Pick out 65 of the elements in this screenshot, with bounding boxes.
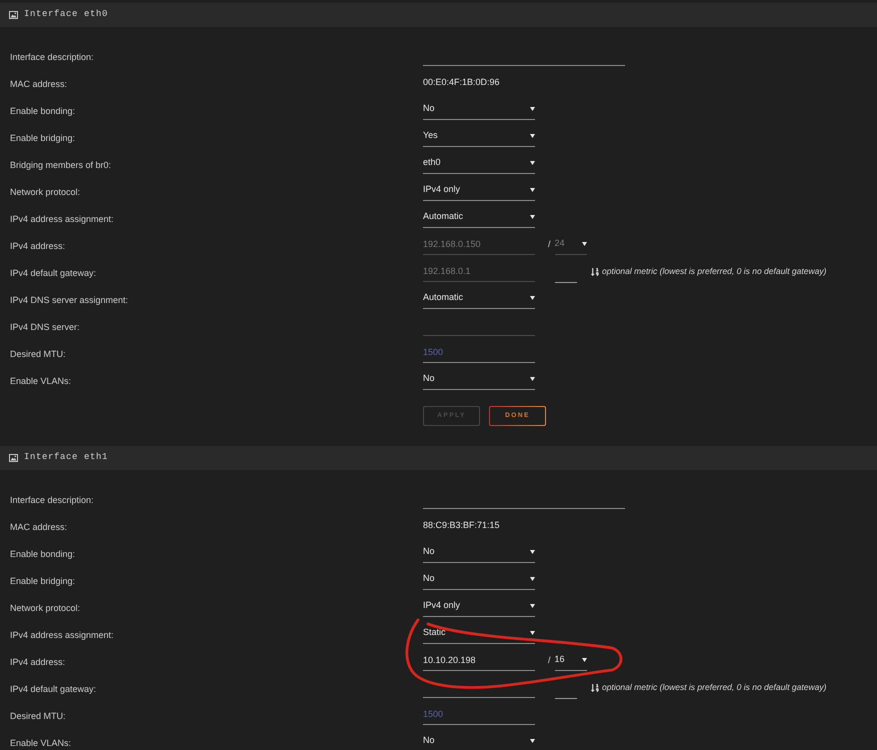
field-label: Enable bonding: <box>10 548 76 558</box>
field-label: IPv4 address: <box>10 240 66 250</box>
mac-address-value: 00:E0:4F:1B:0D:96 <box>423 76 500 89</box>
select-field[interactable]: Yes <box>423 126 535 146</box>
field-label: IPv4 default gateway: <box>10 268 96 278</box>
caret-icon <box>530 215 535 219</box>
select-field[interactable]: IPv4 only <box>423 180 535 200</box>
select-field[interactable]: 16 <box>554 650 587 670</box>
caret-icon <box>530 161 535 165</box>
caret-icon <box>530 550 535 554</box>
panel-title: Interface eth1 <box>24 451 108 464</box>
select-field[interactable]: No <box>423 370 535 390</box>
caret-icon <box>530 604 535 608</box>
field-label: IPv4 address assignment: <box>10 630 114 640</box>
field-label: IPv4 address assignment: <box>10 214 114 224</box>
image-icon <box>9 11 18 19</box>
input-field[interactable]: 1500 <box>423 704 535 724</box>
select-field[interactable]: No <box>423 570 535 590</box>
field-label: Desired MTU: <box>10 710 66 720</box>
select-field[interactable]: No <box>423 542 535 562</box>
caret-icon <box>530 631 535 635</box>
select-field[interactable]: No <box>423 732 535 750</box>
field-label: Bridging members of br0: <box>10 160 112 170</box>
panel-title: Interface eth0 <box>24 8 108 22</box>
select-field[interactable]: Automatic <box>423 288 535 308</box>
prefix-separator: / <box>548 654 551 667</box>
prefix-separator: / <box>548 238 551 251</box>
sort-numeric-icon <box>591 682 599 692</box>
field-label: Desired MTU: <box>10 348 66 358</box>
input-field[interactable]: 10.10.20.198 <box>423 650 535 670</box>
select-field[interactable]: IPv4 only <box>423 596 535 616</box>
caret-icon <box>530 296 535 300</box>
field-label: IPv4 address: <box>10 656 66 666</box>
caret-icon <box>530 188 535 192</box>
caret-icon <box>582 658 587 662</box>
field-label: Enable bridging: <box>10 132 76 142</box>
field-label: IPv4 default gateway: <box>10 684 96 694</box>
caret-icon <box>530 107 535 111</box>
field-label: Network protocol: <box>10 602 80 612</box>
field-label: Enable bridging: <box>10 576 76 586</box>
caret-icon <box>582 242 587 246</box>
caret-icon <box>530 577 535 581</box>
caret-icon <box>530 377 535 381</box>
caret-icon <box>530 739 535 743</box>
select-field[interactable]: No <box>423 100 535 120</box>
field-label: Interface description: <box>10 494 94 504</box>
mac-address-value: 88:C9:B3:BF:71:15 <box>423 518 500 532</box>
field-label: Enable VLANs: <box>10 738 72 748</box>
select-field[interactable]: Static <box>423 624 535 644</box>
field-label: MAC address: <box>10 522 68 532</box>
image-icon <box>9 454 18 462</box>
select-field[interactable]: Automatic <box>423 208 535 228</box>
select-field[interactable]: eth0 <box>423 154 535 174</box>
field-label: Network protocol: <box>10 186 80 196</box>
sort-numeric-icon <box>591 266 599 276</box>
field-label: MAC address: <box>10 78 68 88</box>
field-label: Interface description: <box>10 52 94 62</box>
field-label: Enable VLANs: <box>10 376 72 386</box>
caret-icon <box>530 134 535 138</box>
metric-hint: optional metric (lowest is preferred, 0 is no default gateway) <box>602 265 826 278</box>
field-label: IPv4 DNS server: <box>10 322 80 332</box>
field-label: Enable bonding: <box>10 106 76 116</box>
input-field[interactable]: 1500 <box>423 342 535 362</box>
field-label: IPv4 DNS server assignment: <box>10 294 128 304</box>
metric-hint: optional metric (lowest is preferred, 0 is no default gateway) <box>602 681 826 694</box>
